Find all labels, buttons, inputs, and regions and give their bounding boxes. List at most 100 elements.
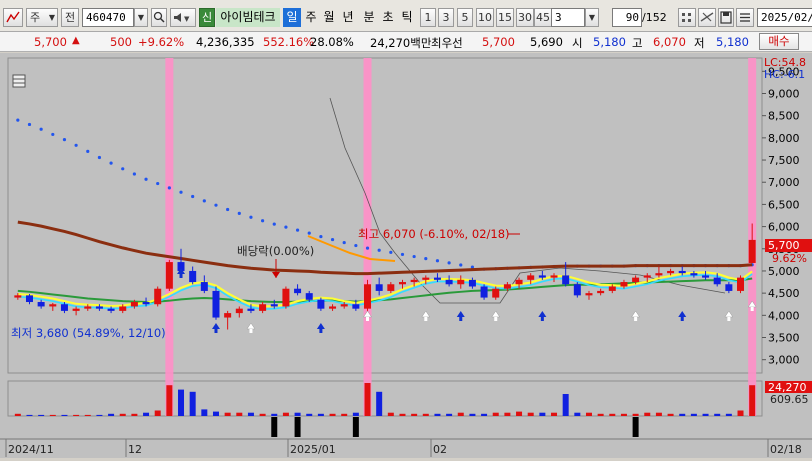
x-tick-label: 2024/11 <box>8 443 54 456</box>
grid-icon[interactable] <box>678 8 696 27</box>
candle-body <box>655 273 663 276</box>
volume-bar <box>644 412 651 416</box>
volume-bar <box>131 413 138 416</box>
dotted-ma-point <box>377 248 381 252</box>
candle-body <box>329 306 337 309</box>
volume-bar <box>14 413 21 416</box>
volume-bar <box>329 413 336 416</box>
y-tick-label: 8,500 <box>768 110 800 123</box>
interval-button-30[interactable]: 30 <box>516 8 534 27</box>
date-input[interactable]: 2025/02/ <box>757 8 812 27</box>
search-icon[interactable] <box>151 8 167 27</box>
dotted-ma-point <box>109 161 113 165</box>
signal-arrow-stem <box>459 317 463 321</box>
volume-bar <box>154 410 161 416</box>
dotted-ma-point <box>62 138 67 142</box>
candle-body <box>84 306 92 309</box>
dotted-ma-point <box>342 240 346 245</box>
signal-arrow-stem <box>540 317 544 321</box>
volume-bar <box>516 411 523 416</box>
volume-bar <box>317 413 324 416</box>
ask-price: 5,700 <box>482 35 515 49</box>
volume-bar <box>446 413 453 416</box>
candle-body <box>538 275 546 278</box>
candle-body <box>72 308 80 311</box>
volume-bar <box>189 391 196 416</box>
code-input[interactable]: 460470 <box>82 8 134 27</box>
y-tick-label: 3,500 <box>768 332 800 345</box>
credit-badge: 신 <box>199 8 215 27</box>
candle-body <box>49 304 57 307</box>
chart-area[interactable]: 9,500 9,000 8,500 8,000 7,500 7,000 6,500 6,000… <box>0 53 812 458</box>
interval-button-45[interactable]: 45 <box>534 8 552 27</box>
interval-button-3[interactable]: 3 <box>438 8 454 27</box>
tab-minute[interactable]: 분 <box>360 8 378 27</box>
signal-arrow-stem <box>179 274 183 278</box>
save-icon[interactable] <box>718 8 734 27</box>
candle-body <box>433 277 441 280</box>
volume-bar <box>364 383 371 416</box>
volume-bar <box>212 411 219 416</box>
dotted-ma-point <box>365 246 370 250</box>
volume-bar <box>166 385 173 416</box>
tab-month[interactable]: 월 <box>320 8 338 27</box>
volume-bar <box>61 414 68 416</box>
chart-settings-icon <box>12 74 26 88</box>
candle-body <box>713 277 721 285</box>
volume-bar <box>434 413 441 416</box>
buy-button[interactable]: 매수 <box>759 33 799 50</box>
candle-body <box>14 295 22 298</box>
dotted-ma-point <box>202 199 206 203</box>
dotted-ma-point <box>39 127 43 131</box>
candle-body <box>608 286 616 291</box>
price-chart[interactable]: 9,5009,0008,5008,0007,5007,0006,5006,000… <box>0 53 812 458</box>
tab-tick[interactable]: 틱 <box>398 8 416 27</box>
code-dropdown-icon[interactable]: ▼ <box>134 8 148 27</box>
tab-second[interactable]: 초 <box>379 8 397 27</box>
dividend-annotation: 배당락(0.00%) <box>237 244 314 258</box>
custom-interval-input[interactable]: 3 <box>551 8 585 27</box>
dotted-ma-point <box>400 252 405 257</box>
y-tick-label: 8,000 <box>768 132 800 145</box>
interval-button-1[interactable]: 1 <box>420 8 436 27</box>
volume-bar <box>632 413 639 416</box>
candle-body <box>573 284 581 296</box>
settings-icon[interactable] <box>3 8 23 27</box>
interval-button-10[interactable]: 10 <box>476 8 494 27</box>
hc-label: HC:-6.1 <box>764 68 805 81</box>
volume-pane <box>7 380 763 417</box>
tab-week[interactable]: 주 <box>302 8 320 27</box>
count-input[interactable]: 90 <box>612 8 642 27</box>
candle-body <box>550 275 558 278</box>
menu-icon[interactable] <box>736 8 754 27</box>
speaker-icon[interactable]: ▼ <box>170 8 196 27</box>
volume-bar <box>655 412 662 416</box>
candle-body <box>480 286 488 298</box>
volume-bar <box>84 414 91 416</box>
interval-button-15[interactable]: 15 <box>496 8 514 27</box>
mode2-button[interactable]: 전 <box>61 8 79 27</box>
tab-day[interactable]: 일 <box>283 8 301 27</box>
mode-select[interactable]: 주 ▼ <box>26 8 58 27</box>
volume-bar <box>178 389 185 416</box>
tab-year[interactable]: 년 <box>339 8 357 27</box>
signal-arrow-stem <box>727 317 731 321</box>
mode-label: 주 <box>30 11 41 24</box>
y-tick-label: 7,500 <box>768 154 800 167</box>
volume-bar <box>119 413 126 416</box>
x-tick-label: 12 <box>128 443 142 456</box>
volume-bar <box>609 413 616 416</box>
candle-body <box>37 302 45 307</box>
candle-body <box>585 293 593 296</box>
dotted-ma-point <box>389 250 393 254</box>
candle-body <box>119 306 127 311</box>
volume-bar <box>201 409 208 416</box>
candle-body <box>387 284 395 291</box>
y-tick-label: 6,500 <box>768 198 800 211</box>
candle-body <box>725 284 733 291</box>
crosshair-icon[interactable] <box>698 8 716 27</box>
interval-button-5[interactable]: 5 <box>457 8 473 27</box>
dotted-ma-point <box>272 222 276 226</box>
dotted-ma-point <box>167 186 171 190</box>
interval-dropdown-icon[interactable]: ▼ <box>585 8 599 27</box>
